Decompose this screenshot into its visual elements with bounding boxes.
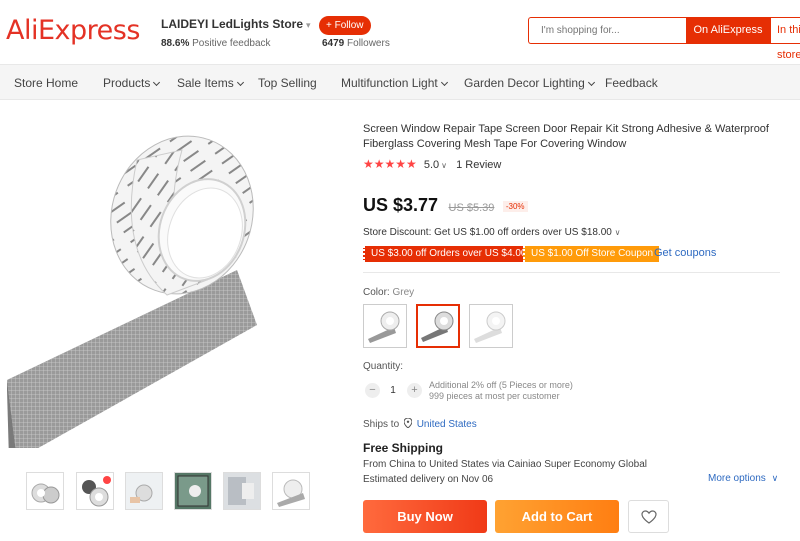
aliexpress-logo[interactable]: AliExpress (6, 15, 140, 46)
thumbnail-image (224, 473, 260, 509)
nav-feedback[interactable]: Feedback (605, 76, 658, 90)
product-main-image[interactable] (7, 130, 325, 460)
thumbnail-2[interactable] (76, 472, 114, 510)
thumbnail-image (126, 473, 162, 509)
thumbnail-1[interactable] (26, 472, 64, 510)
chevron-down-icon: ∨ (614, 228, 621, 237)
thumbnail-5[interactable] (223, 472, 261, 510)
swatch-image (368, 311, 400, 343)
rating-value[interactable]: 5.0 (424, 159, 439, 171)
feedback-percent: 88.6% (161, 38, 190, 49)
store-discount-text: Store Discount: Get US $1.00 off orders … (363, 227, 612, 238)
review-count[interactable]: 1 Review (456, 159, 501, 171)
store-name-text[interactable]: LAIDEYI LedLights Store (161, 17, 303, 31)
feedback-label: Positive feedback (192, 38, 271, 49)
coupon-orders-over[interactable]: US $3.00 off Orders over US $4.00 (363, 246, 533, 262)
heart-icon (640, 509, 657, 524)
color-label-text: Color: (363, 287, 390, 298)
search-input[interactable] (529, 18, 679, 43)
rating-row: ★★★★★ 5.0 ∨ 1 Review (363, 157, 501, 171)
current-price: US $3.77 (363, 195, 439, 215)
chevron-down-icon (236, 78, 244, 87)
ships-to-location[interactable]: United States (417, 419, 477, 430)
price-row: US $3.77 US $5.39 -30% (363, 195, 528, 216)
search-box (528, 17, 686, 44)
nav-products[interactable]: Products (103, 76, 161, 90)
get-coupons-link[interactable]: Get coupons (654, 247, 716, 259)
color-swatch-1[interactable] (363, 304, 407, 348)
thumbnail-4[interactable] (174, 472, 212, 510)
search-on-aliexpress-button[interactable]: On AliExpress (686, 17, 770, 44)
nav-label: Products (103, 76, 151, 90)
quantity-label: Quantity: (363, 361, 404, 372)
color-value: Grey (392, 287, 415, 298)
nav-label: Garden Decor Lighting (464, 76, 585, 90)
followers-number: 6479 (322, 38, 345, 49)
more-options-label: More options (708, 473, 766, 484)
nav-label: Multifunction Light (341, 76, 438, 90)
thumbnail-image (82, 476, 111, 507)
search-in-store-button[interactable]: In this store (770, 17, 800, 61)
nav-label: Store Home (14, 76, 79, 90)
divider (363, 272, 780, 273)
shipping-method: From China to United States via Cainiao … (363, 459, 648, 470)
color-swatch-3[interactable] (469, 304, 513, 348)
swatch-image (421, 311, 454, 342)
ships-to-label: Ships to (363, 419, 400, 430)
chevron-down-icon (587, 78, 595, 87)
store-name[interactable]: LAIDEYI LedLights Store ▾ (161, 17, 311, 31)
quantity-note: Additional 2% off (5 Pieces or more) 999… (429, 380, 573, 402)
wishlist-button[interactable] (628, 500, 669, 533)
followers-count: 6479 Followers (322, 38, 390, 49)
nav-garden-decor-lighting[interactable]: Garden Decor Lighting (464, 76, 595, 90)
quantity-increase-button[interactable]: + (407, 383, 422, 398)
star-rating-icon: ★★★★★ (363, 157, 417, 171)
chevron-down-icon (153, 78, 161, 87)
nav-label: Feedback (605, 76, 658, 90)
chevron-down-icon: ∨ (771, 473, 779, 483)
nav-label: Sale Items (177, 76, 234, 90)
mesh-tape-roll-image (7, 135, 257, 460)
more-options-link[interactable]: More options ∨ (708, 473, 778, 484)
quantity-note-limit: 999 pieces at most per customer (429, 391, 560, 401)
nav-label: Top Selling (258, 76, 317, 90)
nav-multifunction-light[interactable]: Multifunction Light (341, 76, 448, 90)
swatch-image (474, 311, 506, 343)
free-shipping-title: Free Shipping (363, 441, 444, 455)
thumbnail-image (175, 473, 211, 509)
buy-now-button[interactable]: Buy Now (363, 500, 487, 533)
thumbnail-3[interactable] (125, 472, 163, 510)
quantity-decrease-button[interactable]: − (365, 383, 380, 398)
original-price: US $5.39 (448, 202, 495, 214)
store-discount[interactable]: Store Discount: Get US $1.00 off orders … (363, 227, 620, 238)
store-feedback: 88.6% Positive feedback (161, 38, 271, 49)
chevron-down-icon[interactable]: ∨ (441, 161, 447, 170)
followers-label: Followers (347, 38, 390, 49)
top-header: AliExpress LAIDEYI LedLights Store ▾ 88.6… (0, 0, 800, 62)
chevron-down-icon (440, 78, 448, 87)
store-nav: Store Home Products Sale Items Top Selli… (0, 64, 800, 100)
quantity-value[interactable]: 1 (388, 385, 398, 396)
estimated-delivery: Estimated delivery on Nov 06 (363, 474, 494, 485)
location-pin-icon (403, 417, 413, 429)
nav-sale-items[interactable]: Sale Items (177, 76, 244, 90)
discount-badge: -30% (502, 201, 528, 212)
chevron-down-icon[interactable]: ▾ (306, 20, 311, 30)
product-title: Screen Window Repair Tape Screen Door Re… (363, 123, 769, 150)
thumbnail-image (277, 479, 305, 507)
coupon-store[interactable]: US $1.00 Off Store Coupon (523, 246, 660, 262)
nav-store-home[interactable]: Store Home (14, 76, 78, 90)
color-label: Color: Grey (363, 287, 414, 298)
thumbnail-6[interactable] (272, 472, 310, 510)
thumbnail-image (31, 483, 60, 504)
color-swatch-grey-selected[interactable] (416, 304, 460, 348)
ships-to: Ships to United States (363, 417, 477, 430)
add-to-cart-button[interactable]: Add to Cart (495, 500, 619, 533)
follow-button[interactable]: + Follow (319, 16, 371, 35)
quantity-note-discount: Additional 2% off (5 Pieces or more) (429, 380, 573, 390)
nav-top-selling[interactable]: Top Selling (258, 76, 317, 90)
